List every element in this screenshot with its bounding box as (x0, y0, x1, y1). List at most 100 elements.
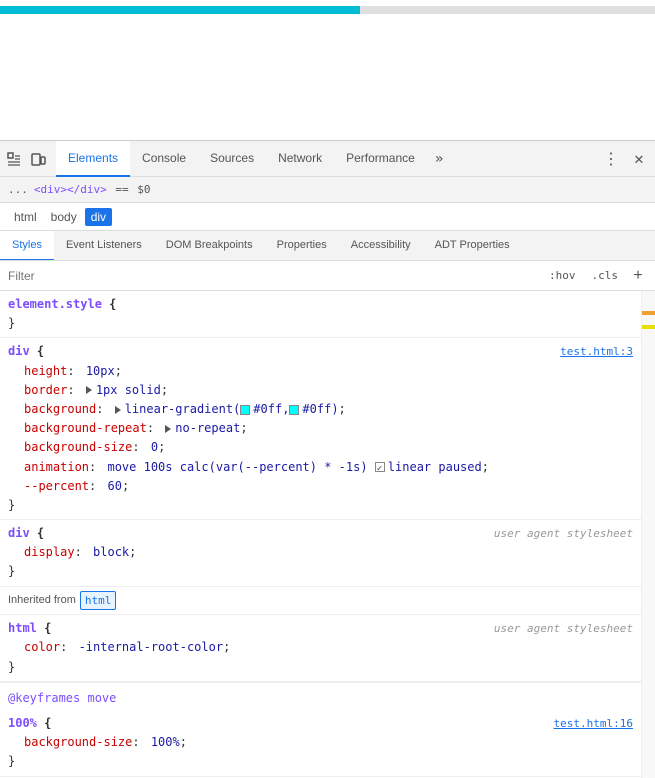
div-ua-rule: div { user agent stylesheet display : bl… (0, 520, 641, 587)
main-tab-bar: Elements Console Sources Network Perform… (0, 141, 655, 177)
keyframes-100-selector: 100% { (8, 714, 51, 733)
height-colon: : (67, 362, 81, 381)
swatch-cyan-2[interactable] (289, 405, 299, 415)
gutter-mark-yellow (642, 325, 655, 329)
css-panel: element.style { } div { test.html:3 heig… (0, 291, 641, 778)
devtools-panel: Elements Console Sources Network Perform… (0, 140, 655, 778)
color-name[interactable]: color (24, 638, 60, 657)
html-ua-selector: html { (8, 619, 51, 638)
color-value[interactable]: -internal-root-color (79, 638, 224, 657)
breadcrumb-dots: ... (8, 183, 28, 196)
element-style-header: element.style { (0, 295, 641, 314)
display-semi: ; (129, 543, 136, 562)
node-div[interactable]: div (85, 208, 112, 226)
background-c1[interactable]: #0ff, (253, 400, 289, 419)
div-file-link[interactable]: test.html:3 (560, 343, 633, 361)
sub-tab-properties[interactable]: Properties (265, 231, 339, 261)
tab-performance[interactable]: Performance (334, 141, 427, 177)
display-colon: : (75, 543, 89, 562)
tab-elements[interactable]: Elements (56, 141, 130, 177)
bg-repeat-arrow[interactable] (165, 425, 171, 433)
display-value[interactable]: block (93, 543, 129, 562)
filter-input[interactable] (8, 269, 536, 283)
swatch-cyan-1[interactable] (240, 405, 250, 415)
kf-bg-size-value[interactable]: 100% (151, 733, 180, 752)
div-ua-selector: div { (8, 524, 44, 543)
inherited-tag[interactable]: html (80, 591, 117, 611)
height-name[interactable]: height (24, 362, 67, 381)
percent-value[interactable]: 60 (107, 477, 121, 496)
breadcrumb-equals: == (109, 183, 136, 196)
border-name[interactable]: border (24, 381, 67, 400)
border-value[interactable]: 1px solid (96, 381, 161, 400)
animation-value[interactable]: move 100s calc(var(--percent) * -1s) (107, 458, 374, 477)
animation-timing[interactable]: linear paused (388, 458, 482, 477)
element-style-rule: element.style { } (0, 291, 641, 338)
dom-breadcrumb: ... <div></div> == $0 (0, 177, 655, 203)
inspect-icon[interactable] (4, 149, 24, 169)
animation-prop: animation : move 100s calc(var(--percent… (0, 458, 641, 477)
percent-semi: ; (122, 477, 129, 496)
background-fn[interactable]: linear-gradient( (125, 400, 241, 419)
display-prop: display : block ; (0, 543, 641, 562)
background-arrow[interactable] (115, 406, 121, 414)
breadcrumb-tag[interactable]: <div></div> (34, 183, 107, 196)
bg-size-prop: background-size : 0 ; (0, 438, 641, 457)
keyframes-header: @keyframes move (0, 682, 641, 710)
tab-overflow-btn[interactable]: » (427, 141, 451, 177)
border-colon: : (67, 381, 81, 400)
bg-repeat-name[interactable]: background-repeat (24, 419, 147, 438)
node-breadcrumb: html body div (0, 203, 655, 231)
add-style-button[interactable]: + (629, 267, 647, 285)
html-ua-header: html { user agent stylesheet (0, 619, 641, 638)
inherited-text: Inherited from (8, 592, 76, 610)
div-selector: div { (8, 342, 44, 361)
animation-name[interactable]: animation (24, 458, 89, 477)
keyframes-rule: 100% { test.html:16 background-size : 10… (0, 710, 641, 777)
element-style-close: } (0, 314, 641, 333)
div-rule-header: div { test.html:3 (0, 342, 641, 361)
bg-size-semi: ; (158, 438, 165, 457)
border-prop: border : 1px solid ; (0, 381, 641, 400)
bg-repeat-value[interactable]: no-repeat (175, 419, 240, 438)
div-ua-close: } (0, 562, 641, 581)
filter-actions: :hov .cls + (544, 267, 647, 285)
display-name[interactable]: display (24, 543, 75, 562)
bg-size-value[interactable]: 0 (151, 438, 158, 457)
tab-sources[interactable]: Sources (198, 141, 266, 177)
sub-tab-adt-properties[interactable]: ADT Properties (423, 231, 522, 261)
tab-console[interactable]: Console (130, 141, 198, 177)
node-body[interactable]: body (45, 208, 83, 226)
border-arrow[interactable] (86, 386, 92, 394)
background-c2[interactable]: #0ff) (302, 400, 338, 419)
cls-button[interactable]: .cls (587, 267, 624, 284)
tab-network[interactable]: Network (266, 141, 334, 177)
percent-name[interactable]: --percent (24, 477, 89, 496)
keyframes-100-close: } (0, 752, 641, 771)
sub-tab-styles[interactable]: Styles (0, 231, 54, 261)
sub-tab-bar: Styles Event Listeners DOM Breakpoints P… (0, 231, 655, 261)
sub-tab-accessibility[interactable]: Accessibility (339, 231, 423, 261)
bg-size-name[interactable]: background-size (24, 438, 132, 457)
background-prop: background : linear-gradient( #0ff, #0ff… (0, 400, 641, 419)
kf-bg-size-name[interactable]: background-size (24, 733, 132, 752)
bg-repeat-prop: background-repeat : no-repeat ; (0, 419, 641, 438)
close-devtools-btn[interactable]: ✕ (627, 147, 651, 171)
node-html[interactable]: html (8, 208, 43, 226)
animation-checkbox[interactable] (375, 462, 385, 472)
keyframes-100-header: 100% { test.html:16 (0, 714, 641, 733)
device-icon[interactable] (28, 149, 48, 169)
keyframes-file-link[interactable]: test.html:16 (554, 715, 633, 733)
filter-bar: :hov .cls + (0, 261, 655, 291)
sub-tab-dom-breakpoints[interactable]: DOM Breakpoints (154, 231, 265, 261)
height-value[interactable]: 10px (86, 362, 115, 381)
sub-tab-event-listeners[interactable]: Event Listeners (54, 231, 154, 261)
animation-colon: : (89, 458, 103, 477)
element-style-selector: element.style { (8, 295, 116, 314)
more-options-btn[interactable]: ⋮ (599, 147, 623, 171)
background-name[interactable]: background (24, 400, 96, 419)
html-ua-close: } (0, 658, 641, 677)
hov-button[interactable]: :hov (544, 267, 581, 284)
tab-actions: ⋮ ✕ (599, 147, 651, 171)
div-ua-header: div { user agent stylesheet (0, 524, 641, 543)
